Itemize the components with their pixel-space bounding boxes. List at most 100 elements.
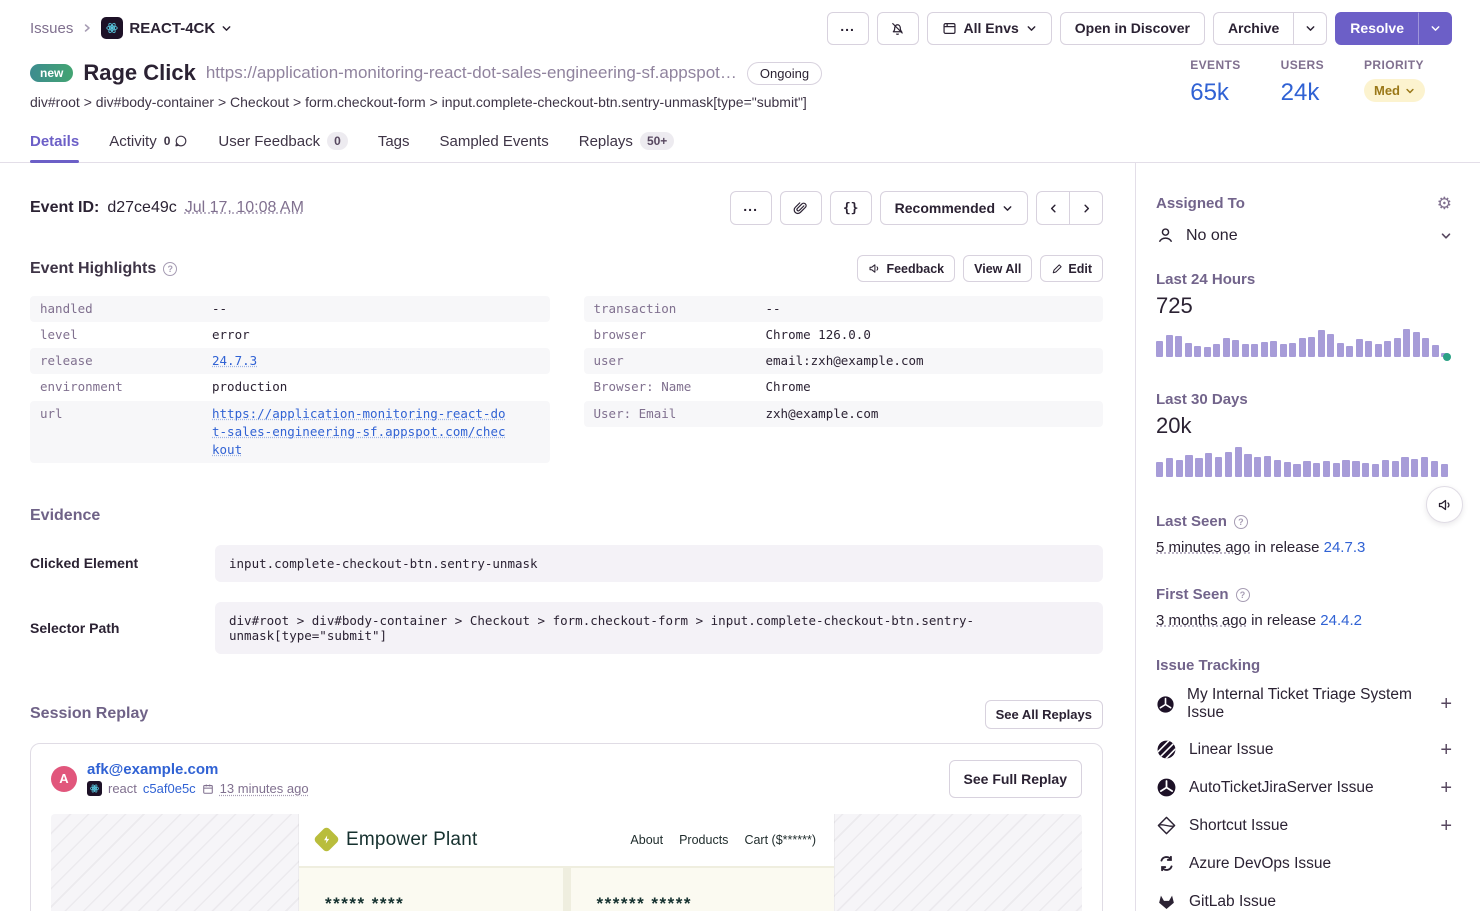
tab-activity[interactable]: Activity 0 <box>109 128 188 162</box>
tab-replays[interactable]: Replays50+ <box>579 128 675 162</box>
resolve-dropdown-button[interactable] <box>1418 12 1452 45</box>
issue-header: new Rage Click https://application-monit… <box>0 52 1480 110</box>
azure-devops-icon <box>1156 853 1177 874</box>
replay-time-ago[interactable]: 13 minutes ago <box>220 781 309 796</box>
highlights-table-left: handled-- levelerror release24.7.3 envir… <box>30 296 550 463</box>
assignee-value: No one <box>1186 227 1238 245</box>
event-timestamp[interactable]: Jul 17, 10:08 AM <box>185 199 304 217</box>
braces-icon: {} <box>843 201 859 216</box>
help-icon[interactable]: ? <box>1234 515 1248 529</box>
react-project-icon <box>101 17 123 39</box>
session-replay-title: Session Replay <box>30 705 148 723</box>
stat-priority-label: PRIORITY <box>1364 58 1425 72</box>
open-in-discover-button[interactable]: Open in Discover <box>1060 12 1205 45</box>
replay-user-email-link[interactable]: afk@example.com <box>87 761 309 778</box>
resolve-button[interactable]: Resolve <box>1335 12 1419 45</box>
linear-icon <box>1156 739 1177 760</box>
avatar: A <box>51 766 77 792</box>
next-event-button[interactable] <box>1069 191 1103 225</box>
issue-stats: EVENTS 65k USERS 24k PRIORITY Med <box>1190 58 1425 107</box>
clicked-element-label: Clicked Element <box>30 555 215 571</box>
last-seen-title: Last Seen? <box>1156 513 1452 530</box>
stat-users-value[interactable]: 24k <box>1281 79 1324 107</box>
add-issue-button[interactable]: + <box>1440 778 1452 798</box>
shortcut-icon <box>1156 815 1177 836</box>
mute-alerts-button[interactable] <box>877 12 919 45</box>
help-icon[interactable]: ? <box>163 262 177 276</box>
more-actions-button[interactable]: ... <box>827 12 869 45</box>
add-issue-button[interactable]: + <box>1440 740 1452 760</box>
jira-server-icon <box>1156 777 1177 798</box>
edit-button[interactable]: Edit <box>1040 255 1103 282</box>
stat-priority: PRIORITY Med <box>1364 58 1425 107</box>
kv-row: transaction-- <box>584 296 1104 322</box>
url-link[interactable]: https://application-monitoring-react-dot… <box>212 405 512 459</box>
window-icon <box>942 21 957 36</box>
react-project-icon <box>87 781 102 796</box>
kv-row: levelerror <box>30 322 550 348</box>
breadcrumb-issues-link[interactable]: Issues <box>30 20 73 37</box>
last-24-hours-title: Last 24 Hours <box>1156 271 1452 288</box>
issue-tracking-item[interactable]: Linear Issue + <box>1156 739 1452 760</box>
add-issue-button[interactable]: + <box>1440 816 1452 836</box>
environment-filter-button[interactable]: All Envs <box>927 12 1052 45</box>
last-seen-release-link[interactable]: 24.7.3 <box>1324 539 1366 556</box>
issue-tracking-item[interactable]: My Internal Ticket Triage System Issue + <box>1156 686 1452 722</box>
view-all-button[interactable]: View All <box>963 255 1032 282</box>
clicked-element-value: input.complete-checkout-btn.sentry-unmas… <box>215 545 1103 582</box>
gitlab-icon <box>1156 891 1177 911</box>
attachments-button[interactable] <box>780 191 822 225</box>
release-link[interactable]: 24.7.3 <box>212 352 257 370</box>
paperclip-icon <box>793 201 808 216</box>
gear-icon[interactable]: ⚙ <box>1437 195 1452 212</box>
issue-tracking-item[interactable]: Azure DevOps Issue <box>1156 853 1452 874</box>
event-pager <box>1036 191 1103 225</box>
add-issue-button[interactable]: + <box>1440 694 1452 714</box>
see-all-replays-button[interactable]: See All Replays <box>985 700 1103 729</box>
json-button[interactable]: {} <box>830 191 872 225</box>
topbar-actions: ... All Envs Open in Discover Archive Re… <box>827 12 1452 45</box>
issue-subtitle-url: https://application-monitoring-react-dot… <box>206 63 737 83</box>
feedback-button[interactable]: Feedback <box>857 255 955 282</box>
see-full-replay-button[interactable]: See Full Replay <box>949 760 1082 798</box>
breadcrumb-separator-icon <box>82 23 92 33</box>
evidence-row: Clicked Element input.complete-checkout-… <box>30 545 1103 582</box>
stat-events-label: EVENTS <box>1190 58 1240 72</box>
environment-filter-label: All Envs <box>964 20 1019 36</box>
stat-users-label: USERS <box>1281 58 1324 72</box>
chevron-down-icon <box>1405 86 1415 96</box>
tab-user-feedback[interactable]: User Feedback0 <box>218 128 347 162</box>
tab-tags[interactable]: Tags <box>378 128 410 162</box>
floating-feedback-button[interactable] <box>1426 486 1463 523</box>
issue-sidebar: Assigned To ⚙ No one Last 24 Hours 725 L… <box>1135 163 1480 911</box>
event-more-button[interactable]: ... <box>730 191 772 225</box>
tab-sampled-events[interactable]: Sampled Events <box>440 128 549 162</box>
chevron-down-icon <box>1305 23 1316 34</box>
last-30-days-title: Last 30 Days <box>1156 391 1452 408</box>
project-selector[interactable]: REACT-4CK <box>101 17 232 39</box>
issue-tracking-item[interactable]: Shortcut Issue + <box>1156 815 1452 836</box>
replay-product-card: ****** ***** **** ****** ***** *** *****… <box>571 868 835 911</box>
stat-events-value[interactable]: 65k <box>1190 79 1240 107</box>
replay-id-link[interactable]: c5af0e5c <box>143 781 196 796</box>
archive-dropdown-button[interactable] <box>1293 12 1327 45</box>
kv-row: environmentproduction <box>30 374 550 400</box>
help-icon[interactable]: ? <box>1236 588 1250 602</box>
priority-dropdown[interactable]: Med <box>1364 79 1425 102</box>
megaphone-icon <box>868 262 881 275</box>
previous-event-button[interactable] <box>1036 191 1070 225</box>
replay-nav-about: About <box>630 833 663 847</box>
megaphone-icon <box>1437 497 1453 513</box>
assignee-dropdown[interactable]: No one <box>1156 226 1452 245</box>
kv-row: urlhttps://application-monitoring-react-… <box>30 401 550 463</box>
first-seen-release-link[interactable]: 24.4.2 <box>1320 612 1362 629</box>
replay-viewport[interactable]: Empower Plant About Products Cart ($****… <box>51 814 1082 911</box>
first-seen-time[interactable]: 3 months ago <box>1156 612 1247 629</box>
event-navigation-dropdown[interactable]: Recommended <box>880 191 1028 225</box>
archive-button[interactable]: Archive <box>1213 12 1294 45</box>
issue-tracking-item[interactable]: GitLab Issue <box>1156 891 1452 911</box>
comment-icon <box>174 134 188 148</box>
last-seen-time[interactable]: 5 minutes ago <box>1156 539 1250 556</box>
tab-details[interactable]: Details <box>30 128 79 162</box>
issue-tracking-item[interactable]: AutoTicketJiraServer Issue + <box>1156 777 1452 798</box>
